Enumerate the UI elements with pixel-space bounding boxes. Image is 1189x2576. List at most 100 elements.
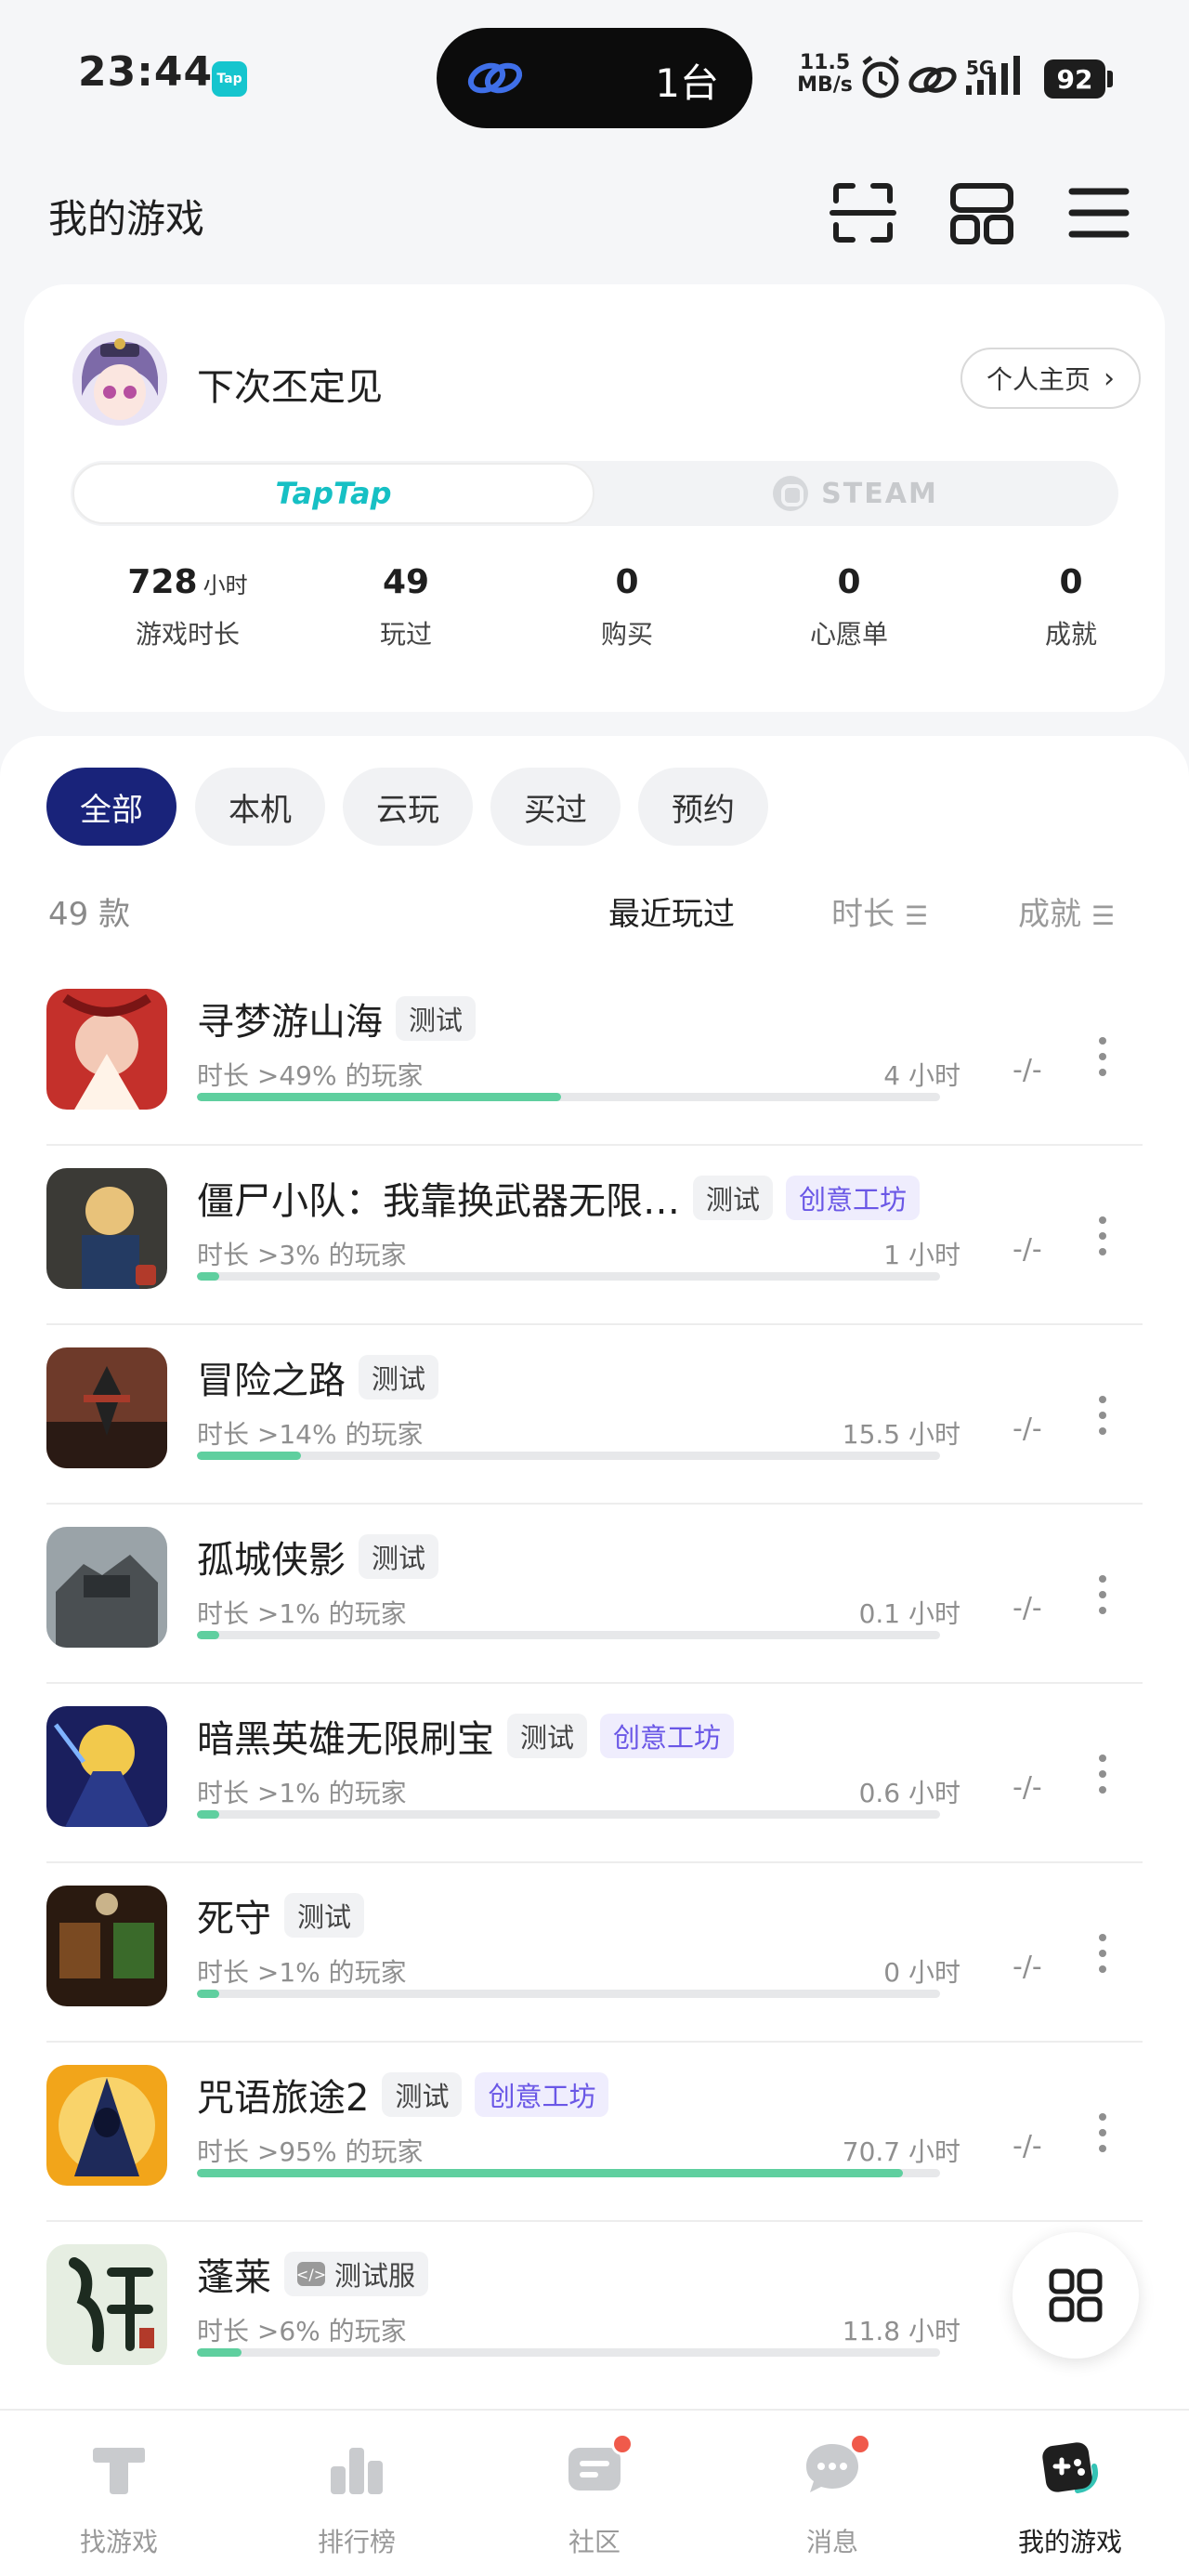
alarm-icon — [862, 56, 899, 99]
game-name: 蓬莱 — [197, 2256, 271, 2299]
workshop-tag: 创意工坊 — [600, 1714, 735, 1758]
achievement-value: -/- — [1013, 1592, 1042, 1624]
hotspot-link-icon — [908, 67, 957, 93]
more-options-icon[interactable] — [1096, 1216, 1109, 1263]
nav-community[interactable]: 社区 — [476, 2411, 713, 2576]
battery-tip — [1107, 71, 1113, 87]
progress-fill — [197, 2169, 903, 2177]
nav-ranking[interactable]: 排行榜 — [238, 2411, 476, 2576]
game-icon[interactable] — [46, 2065, 167, 2186]
test-tag: 测试 — [359, 1355, 439, 1400]
playtime-hours: 4 小时 — [883, 1060, 960, 1091]
more-options-icon[interactable] — [1096, 1575, 1109, 1622]
gamepad-icon — [1042, 2442, 1098, 2493]
test-tag: 测试 — [359, 1534, 439, 1579]
game-row[interactable]: 寻梦游山海 测试 时长 >49% 的玩家 4 小时 -/- — [46, 966, 1143, 1146]
more-options-icon[interactable] — [1096, 1934, 1109, 1980]
filter-chip-cloud[interactable]: 云玩 — [343, 768, 473, 846]
menu-icon[interactable] — [1065, 178, 1133, 247]
filter-chip-local[interactable]: 本机 — [195, 768, 325, 846]
sort-recent[interactable]: 最近玩过 — [608, 888, 735, 934]
workshop-tag: 创意工坊 — [786, 1176, 921, 1220]
filter-chip-bought[interactable]: 买过 — [490, 768, 621, 846]
game-row[interactable]: 冒险之路 测试 时长 >14% 的玩家 15.5 小时 -/- — [46, 1325, 1143, 1505]
playtime-rank: 时长 >3% 的玩家 — [197, 1240, 407, 1270]
battery-level: 92 — [1044, 59, 1105, 99]
quick-grid-button[interactable] — [1013, 2232, 1139, 2359]
playtime-progress-bar — [197, 2348, 940, 2357]
more-options-icon[interactable] — [1096, 1037, 1109, 1084]
playtime-rank: 时长 >95% 的玩家 — [197, 2136, 424, 2167]
tap-app-icon: Tap — [212, 61, 247, 97]
ranking-icon — [331, 2448, 383, 2494]
game-icon[interactable] — [46, 1706, 167, 1827]
more-options-icon[interactable] — [1096, 2113, 1109, 2160]
playtime-hours: 0 小时 — [883, 1957, 960, 1988]
homepage-button[interactable]: 个人主页 › — [960, 348, 1141, 409]
playtime-rank: 时长 >49% 的玩家 — [197, 1060, 424, 1091]
avatar[interactable] — [72, 331, 167, 426]
dynamic-island[interactable]: 1台 — [437, 28, 752, 128]
game-row[interactable]: 死守 测试 时长 >1% 的玩家 0 小时 -/- — [46, 1863, 1143, 2043]
achievement-value: -/- — [1013, 1951, 1042, 1983]
more-options-icon[interactable] — [1096, 1396, 1109, 1442]
game-icon[interactable] — [46, 1527, 167, 1648]
playtime-progress-bar — [197, 1990, 940, 1998]
filter-chip-reserved[interactable]: 预约 — [638, 768, 768, 846]
game-icon[interactable] — [46, 1347, 167, 1468]
game-name: 寻梦游山海 — [197, 1001, 383, 1044]
game-icon[interactable] — [46, 2244, 167, 2365]
playtime-rank: 时长 >1% 的玩家 — [197, 1957, 407, 1988]
nav-find-games[interactable]: 找游戏 — [0, 2411, 238, 2576]
playtime-progress-bar — [197, 1452, 940, 1460]
game-name: 咒语旅途2 — [197, 2077, 370, 2120]
stat-achievements[interactable]: 0 成就 — [960, 563, 1182, 651]
username: 下次丕定见 — [197, 366, 383, 409]
layout-grid-icon[interactable] — [947, 178, 1016, 247]
scan-icon[interactable] — [829, 178, 897, 247]
test-tag: 测试 — [693, 1176, 774, 1220]
stat-wishlist[interactable]: 0 心愿单 — [738, 563, 960, 651]
stat-played[interactable]: 49 玩过 — [294, 563, 517, 651]
progress-fill — [197, 1452, 301, 1460]
achievement-value: -/- — [1013, 2130, 1042, 2162]
page-title: 我的游戏 — [48, 196, 205, 242]
game-row[interactable]: 僵尸小队：我靠换武器无限… 测试 创意工坊 时长 >3% 的玩家 1 小时 -/- — [46, 1146, 1143, 1325]
playtime-progress-bar — [197, 1272, 940, 1281]
stat-purchased[interactable]: 0 购买 — [516, 563, 738, 651]
homepage-label: 个人主页 — [986, 364, 1091, 395]
progress-fill — [197, 1810, 219, 1819]
game-count: 49 款 — [48, 896, 131, 933]
sort-order-icon: ☰ — [1091, 900, 1115, 931]
community-badge — [611, 2433, 634, 2455]
filter-chip-all[interactable]: 全部 — [46, 768, 176, 846]
progress-fill — [197, 1990, 219, 1998]
tap-logo-icon — [93, 2448, 145, 2494]
game-icon[interactable] — [46, 989, 167, 1110]
nav-my-games[interactable]: 我的游戏 — [951, 2411, 1189, 2576]
more-options-icon[interactable] — [1096, 1755, 1109, 1801]
nav-messages[interactable]: 消息 — [713, 2411, 951, 2576]
status-bar: 23:44 Tap 1台 11.5 MB/s 5G 92 — [0, 0, 1189, 139]
device-count: 1台 — [655, 60, 719, 106]
game-row[interactable]: 孤城侠影 测试 时长 >1% 的玩家 0.1 小时 -/- — [46, 1505, 1143, 1684]
game-icon[interactable] — [46, 1168, 167, 1289]
playtime-hours: 0.1 小时 — [858, 1598, 960, 1629]
net-speed: 11.5 MB/s — [797, 51, 853, 97]
game-name: 冒险之路 — [197, 1360, 346, 1402]
platform-taptap[interactable]: TapTap — [72, 463, 594, 524]
playtime-progress-bar — [197, 1810, 940, 1819]
achievement-value: -/- — [1013, 1771, 1042, 1804]
sort-duration[interactable]: 时长 ☰ — [831, 888, 928, 934]
achievement-value: -/- — [1013, 1233, 1042, 1266]
test-tag: 测试 — [396, 996, 477, 1041]
stat-playtime[interactable]: 728 小时 游戏时长 — [76, 563, 299, 651]
game-name: 孤城侠影 — [197, 1539, 346, 1582]
game-row[interactable]: 咒语旅途2 测试 创意工坊 时长 >95% 的玩家 70.7 小时 -/- — [46, 2043, 1143, 2222]
platform-steam[interactable]: STEAM — [594, 463, 1117, 524]
sort-achievement[interactable]: 成就 ☰ — [1018, 888, 1115, 934]
game-row[interactable]: 蓬莱 </> 测试服 时长 >6% 的玩家 11.8 小时 — [46, 2222, 1143, 2401]
game-icon[interactable] — [46, 1886, 167, 2006]
platform-toggle: TapTap STEAM — [71, 461, 1118, 526]
game-row[interactable]: 暗黑英雄无限刷宝 测试 创意工坊 时长 >1% 的玩家 0.6 小时 -/- — [46, 1684, 1143, 1863]
